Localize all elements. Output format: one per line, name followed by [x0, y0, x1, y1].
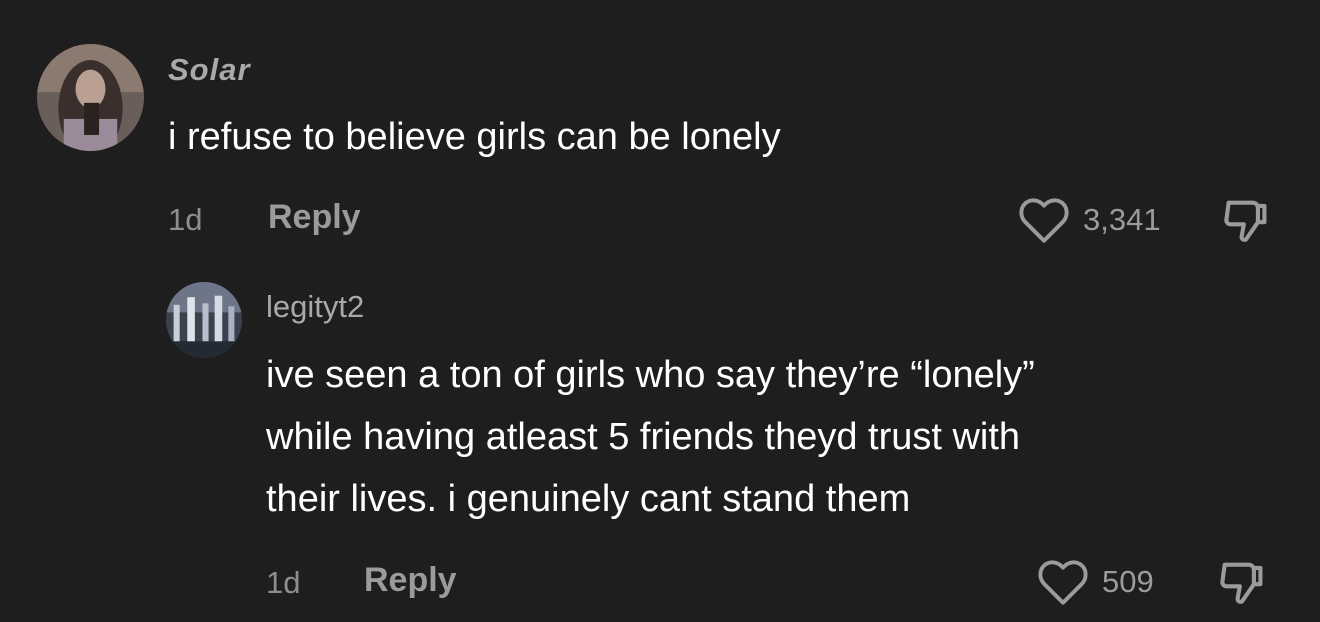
avatar-image [166, 282, 242, 358]
timestamp: 1d [266, 565, 301, 600]
reply-button[interactable]: Reply [268, 198, 361, 237]
avatar[interactable] [166, 282, 242, 358]
dislike-button[interactable] [1218, 194, 1274, 251]
comment-text-line: ive seen a ton of girls who say they’re … [266, 354, 1035, 396]
reply-button[interactable]: Reply [364, 561, 457, 600]
comment-text-line: their lives. i genuinely cant stand them [266, 478, 911, 520]
dislike-button[interactable] [1214, 556, 1270, 613]
comment-text-line: i refuse to believe girls can be lonely [168, 116, 781, 158]
username[interactable]: legityt2 [266, 289, 364, 325]
like-button[interactable]: 3,341 [1017, 196, 1161, 244]
comment-text-line: while having atleast 5 friends theyd tru… [266, 416, 1021, 458]
heart-outline-icon [1019, 198, 1069, 243]
thumbs-down-icon [1224, 200, 1267, 242]
avatar[interactable] [37, 44, 144, 151]
like-count: 509 [1102, 564, 1154, 599]
timestamp: 1d [168, 202, 203, 237]
heart-outline-icon [1038, 560, 1088, 605]
username[interactable]: Solar [168, 52, 251, 88]
like-count: 3,341 [1083, 202, 1161, 237]
thumbs-down-icon [1220, 562, 1263, 604]
like-button[interactable]: 509 [1036, 558, 1154, 606]
avatar-image [37, 44, 144, 151]
